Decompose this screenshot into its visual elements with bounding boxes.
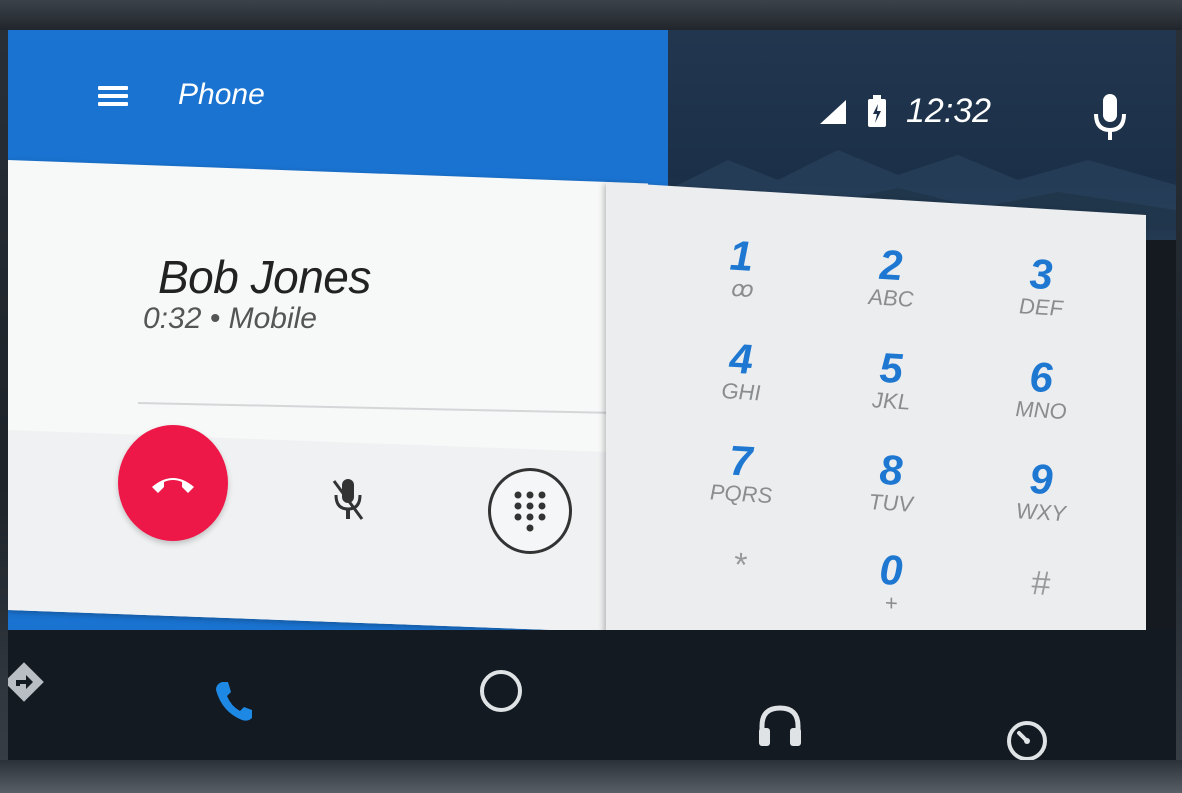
bezel-top [0,0,1182,30]
android-auto-screen: Phone 12:32 Bob Jones 0:32 • Mobile 1 ꝏ … [8,30,1176,760]
phone-type: Mobile [228,302,317,335]
dialpad-key-6[interactable]: 6 MNO [986,353,1096,426]
key-digit: 7 [729,436,753,485]
dialpad-key-5[interactable]: 5 JKL [836,344,946,417]
navigation-icon[interactable] [8,660,46,704]
key-digit: 0 [879,545,903,595]
active-call-card [8,160,648,634]
car-head-unit-frame: Phone 12:32 Bob Jones 0:32 • Mobile 1 ꝏ … [0,0,1182,793]
mute-microphone-icon[interactable] [328,475,368,525]
call-duration: 0:32 [143,302,202,335]
dialpad-key-7[interactable]: 7 PQRS [686,437,796,510]
signal-icon [820,99,846,124]
dialpad-key-8[interactable]: 8 TUV [836,446,946,519]
dialpad: 1 ꝏ 2 ABC 3 DEF 4 GHI 5 JKL 6 MNO 7 PQRS… [606,182,1146,686]
key-digit: 8 [879,445,903,495]
app-title: Phone [178,78,265,111]
key-digit: 6 [1029,352,1053,402]
bezel-bottom [0,760,1182,793]
dialpad-key-0[interactable]: 0 + [836,546,946,619]
key-digit: 1 [729,231,753,280]
key-digit: 2 [879,240,903,290]
contact-name: Bob Jones [158,251,371,303]
dialpad-key-hash[interactable]: # [986,560,1096,607]
microphone-icon[interactable] [1090,92,1130,144]
dialpad-key-4[interactable]: 4 GHI [686,335,796,408]
dialpad-key-2[interactable]: 2 ABC [836,241,946,314]
key-digit: # [1031,564,1051,604]
hang-up-icon [152,478,194,493]
call-info: 0:32 • Mobile [143,302,317,336]
end-call-button[interactable] [118,425,228,541]
phone-icon[interactable] [214,680,254,724]
home-icon[interactable] [478,668,524,714]
dialpad-key-3[interactable]: 3 DEF [986,250,1096,323]
headphones-icon[interactable] [756,702,804,748]
bottom-navigation-bar [8,630,1176,760]
hamburger-menu-icon[interactable] [98,82,134,112]
key-digit: 9 [1029,454,1053,504]
dialpad-key-9[interactable]: 9 WXY [986,455,1096,528]
key-digit: * [734,545,748,585]
dialpad-key-1[interactable]: 1 ꝏ [686,232,796,305]
key-digit: 4 [729,334,753,383]
dialpad-icon [514,491,546,532]
call-info-separator: • [201,302,229,335]
dialpad-toggle-button[interactable] [488,468,572,554]
clock: 12:32 [906,92,992,130]
key-digit: 3 [1029,249,1053,299]
key-digit: 5 [879,343,903,393]
status-bar: 12:32 [818,92,991,131]
dialpad-key-star[interactable]: * [686,542,796,589]
battery-charging-icon [868,94,886,127]
recents-icon[interactable] [1004,718,1050,760]
